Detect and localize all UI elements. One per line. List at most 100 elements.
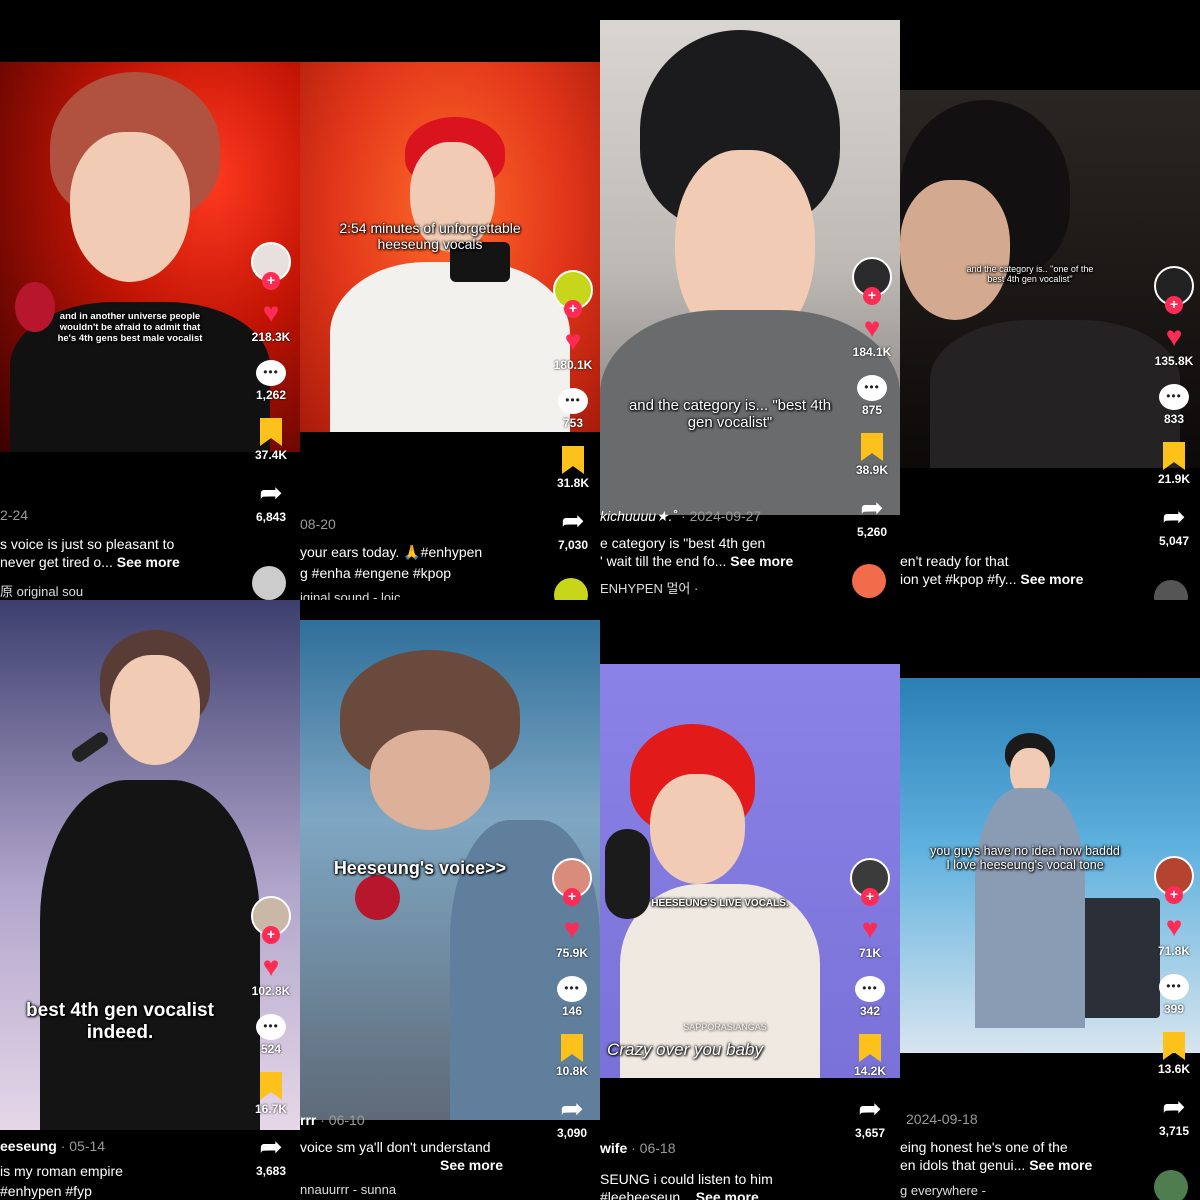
bookmark-icon[interactable] xyxy=(260,1072,282,1100)
creator-username[interactable]: wife xyxy=(600,1140,627,1156)
like-count: 71K xyxy=(858,946,881,960)
sound-disc-icon[interactable] xyxy=(1154,1170,1188,1200)
video-panel-1[interactable]: and in another universe people wouldn't … xyxy=(0,0,300,600)
comment-icon[interactable] xyxy=(557,976,587,1002)
sound-disc-icon[interactable] xyxy=(1154,580,1188,600)
post-caption-2[interactable]: #leeheeseun... See more xyxy=(600,1188,759,1200)
share-icon[interactable]: ➦ xyxy=(1149,502,1199,532)
creator-avatar[interactable]: + xyxy=(850,858,890,906)
video-panel-8[interactable]: you guys have no idea how baddd I love h… xyxy=(900,600,1200,1200)
creator-avatar[interactable]: + xyxy=(1154,266,1194,314)
see-more-link[interactable]: See more xyxy=(440,1157,503,1173)
sound-label[interactable]: 原 original sou xyxy=(0,581,83,600)
follow-plus-icon[interactable]: + xyxy=(1165,296,1183,314)
comment-icon[interactable] xyxy=(857,375,887,401)
like-count: 218.3K xyxy=(251,330,291,344)
follow-plus-icon[interactable]: + xyxy=(861,888,879,906)
post-caption-2[interactable]: ion yet #kpop #fy... See more xyxy=(900,570,1083,588)
see-more-link[interactable]: See more xyxy=(696,1189,759,1200)
follow-plus-icon[interactable]: + xyxy=(262,272,280,290)
video-panel-7[interactable]: HEESEUNG'S LIVE VOCALS. SAPPORASIANGAS C… xyxy=(600,600,900,1200)
like-count: 184.1K xyxy=(852,345,892,359)
share-icon[interactable]: ➦ xyxy=(1149,1092,1199,1122)
video-overlay-text: and the category is.. "one of the best 4… xyxy=(966,264,1094,285)
creator-username[interactable]: kichuuuu★.˚ xyxy=(600,508,677,524)
see-more-link[interactable]: See more xyxy=(117,554,180,570)
video-panel-3[interactable]: and the category is... "best 4th gen voc… xyxy=(600,0,900,600)
video-panel-2[interactable]: 2:54 minutes of unforgettable heeseung v… xyxy=(300,0,600,600)
see-more-link[interactable]: See more xyxy=(1020,571,1083,587)
post-caption-2[interactable]: See more xyxy=(440,1156,503,1174)
creator-avatar[interactable]: + xyxy=(1154,856,1194,904)
heart-icon[interactable]: ♥ xyxy=(845,914,895,944)
post-caption-2[interactable]: ' wait till the end fo... See more xyxy=(600,552,793,570)
caption-line-2: #enhypen #fyp xyxy=(0,1183,92,1199)
creator-avatar[interactable]: + xyxy=(251,896,291,944)
comment-icon[interactable] xyxy=(1159,384,1189,410)
heart-icon[interactable]: ♥ xyxy=(847,313,897,343)
bookmark-icon[interactable] xyxy=(260,418,282,446)
see-more-link[interactable]: See more xyxy=(1029,1157,1092,1173)
bookmark-icon[interactable] xyxy=(561,1034,583,1062)
follow-plus-icon[interactable]: + xyxy=(1165,886,1183,904)
heart-icon[interactable]: ♥ xyxy=(547,914,597,944)
creator-avatar[interactable]: + xyxy=(251,242,291,290)
share-count: 3,657 xyxy=(854,1126,886,1140)
post-caption-2[interactable]: g #enha #engene #kpop xyxy=(300,564,451,582)
post-caption[interactable]: s voice is just so pleasant to xyxy=(0,535,174,553)
heart-icon[interactable]: ♥ xyxy=(1149,912,1199,942)
post-caption-2[interactable]: #enhypen #fyp xyxy=(0,1182,92,1200)
heart-icon[interactable]: ♥ xyxy=(246,298,296,328)
follow-plus-icon[interactable]: + xyxy=(563,888,581,906)
bookmark-icon[interactable] xyxy=(859,1034,881,1062)
follow-plus-icon[interactable]: + xyxy=(564,300,582,318)
sound-label[interactable]: ENHYPEN 멀어 · xyxy=(600,578,698,597)
post-caption[interactable]: is my roman empire xyxy=(0,1162,123,1180)
creator-avatar[interactable]: + xyxy=(553,270,593,318)
share-icon[interactable]: ➦ xyxy=(548,506,598,536)
bookmark-icon[interactable] xyxy=(562,446,584,474)
post-caption[interactable]: your ears today. 🙏#enhypen xyxy=(300,543,482,561)
bookmark-icon[interactable] xyxy=(1163,1032,1185,1060)
post-caption[interactable]: SEUNG i could listen to him xyxy=(600,1170,773,1188)
post-caption-2[interactable]: never get tired o... See more xyxy=(0,553,180,571)
video-panel-5[interactable]: best 4th gen vocalist indeed. + ♥ 102.8K … xyxy=(0,600,300,1200)
heart-icon[interactable]: ♥ xyxy=(246,952,296,982)
sound-disc-icon[interactable] xyxy=(554,578,588,600)
follow-plus-icon[interactable]: + xyxy=(863,287,881,305)
sound-label[interactable]: iginal sound - loic xyxy=(300,590,400,600)
post-caption[interactable]: voice sm ya'll don't understand xyxy=(300,1138,491,1156)
bookmark-icon[interactable] xyxy=(861,433,883,461)
heart-icon[interactable]: ♥ xyxy=(1149,322,1199,352)
follow-plus-icon[interactable]: + xyxy=(262,926,280,944)
heart-icon[interactable]: ♥ xyxy=(548,326,598,356)
sound-disc-icon[interactable] xyxy=(852,564,886,598)
creator-avatar[interactable]: + xyxy=(552,858,592,906)
comment-icon[interactable] xyxy=(855,976,885,1002)
post-caption-2[interactable]: en idols that genui... See more xyxy=(900,1156,1092,1174)
share-icon[interactable]: ➦ xyxy=(246,478,296,508)
share-icon[interactable]: ➦ xyxy=(547,1094,597,1124)
creator-username[interactable]: eeseung xyxy=(0,1138,57,1154)
caption-line-2: never get tired o... xyxy=(0,554,113,570)
video-panel-6[interactable]: Heeseung's voice>> + ♥ 75.9K 146 10.8K ➦ 3… xyxy=(300,600,600,1200)
post-caption[interactable]: e category is "best 4th gen xyxy=(600,534,765,552)
video-panel-4[interactable]: and the category is.. "one of the best 4… xyxy=(900,0,1200,600)
share-icon[interactable]: ➦ xyxy=(246,1132,296,1162)
creator-username[interactable]: rrr xyxy=(300,1112,316,1128)
sound-label[interactable]: g everywhere - xyxy=(900,1183,986,1198)
post-caption[interactable]: eing honest he's one of the xyxy=(900,1138,1068,1156)
comment-icon[interactable] xyxy=(1159,974,1189,1000)
share-icon[interactable]: ➦ xyxy=(845,1094,895,1124)
comment-icon[interactable] xyxy=(558,388,588,414)
post-meta: eeseung · 05-14 xyxy=(0,1138,105,1154)
see-more-link[interactable]: See more xyxy=(730,553,793,569)
sound-label[interactable]: nnauurrr - sunna xyxy=(300,1182,396,1197)
share-icon[interactable]: ➦ xyxy=(847,493,897,523)
creator-avatar[interactable]: + xyxy=(852,257,892,305)
comment-icon[interactable] xyxy=(256,360,286,386)
sound-disc-icon[interactable] xyxy=(252,566,286,600)
post-caption[interactable]: en't ready for that xyxy=(900,552,1009,570)
bookmark-icon[interactable] xyxy=(1163,442,1185,470)
comment-icon[interactable] xyxy=(256,1014,286,1040)
